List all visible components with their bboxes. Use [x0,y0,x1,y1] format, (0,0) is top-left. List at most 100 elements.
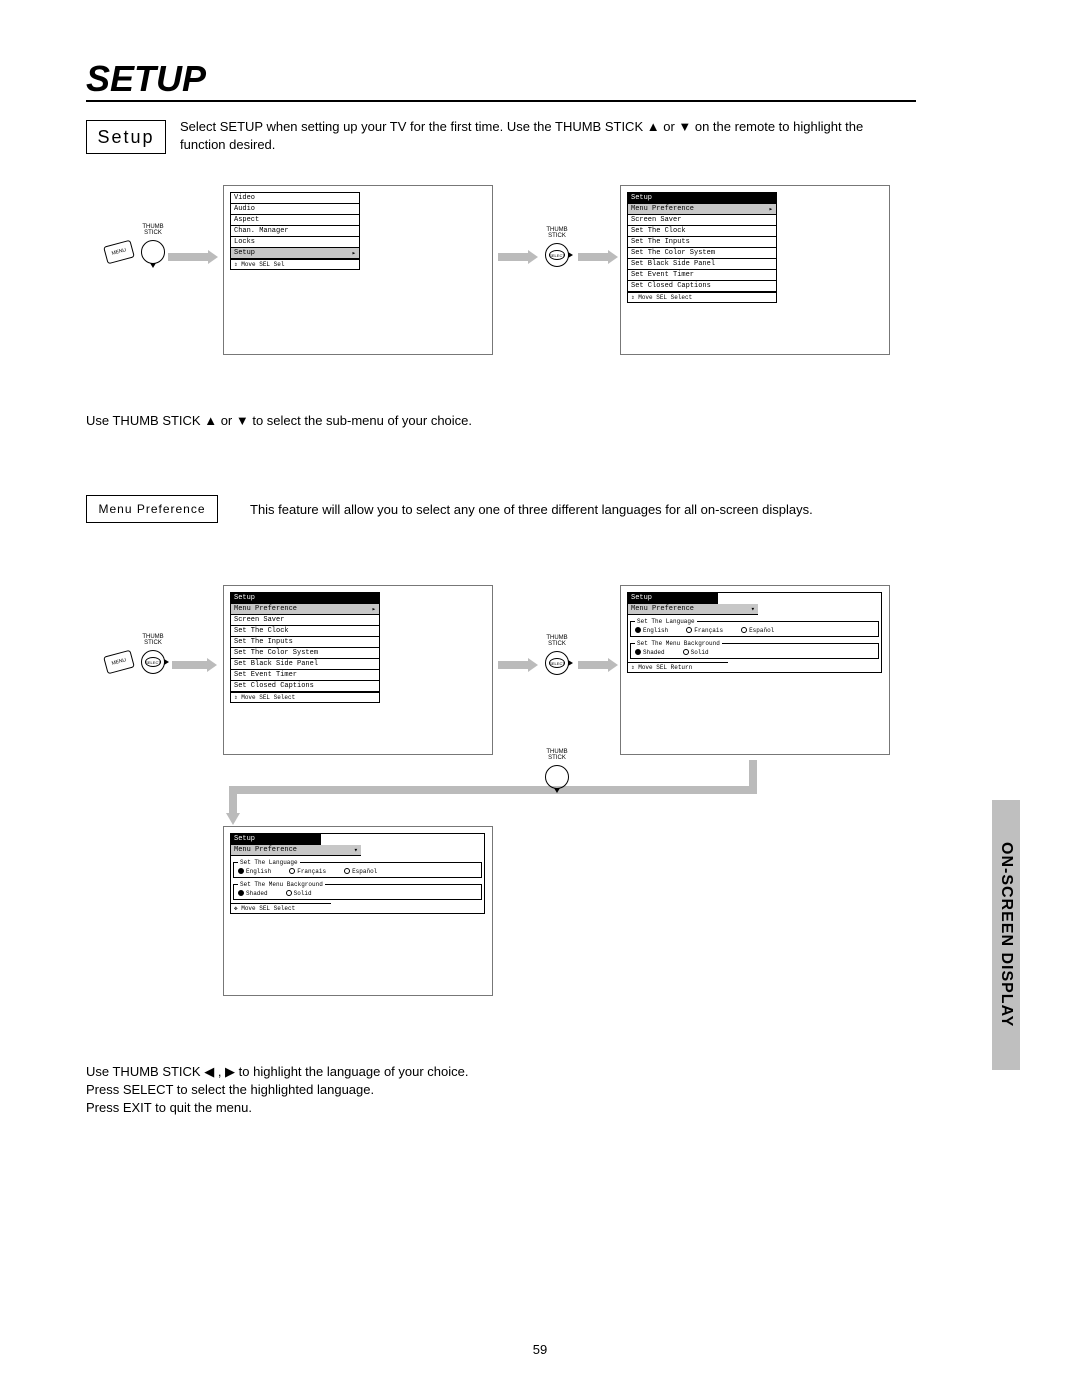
osd-item: Set The Clock [628,226,776,237]
osd-item: Set The Color System [231,648,379,659]
page-title: SETUP [86,58,206,100]
radio-label: Español [749,627,774,634]
radio-icon [238,868,244,874]
osd-item: Set Black Side Panel [628,259,776,270]
radio-label: English [246,868,271,875]
osd-item: Set Closed Captions [231,681,379,692]
flow-arrow [168,250,218,269]
osd-item: Audio [231,204,359,215]
section-tab: ON-SCREEN DISPLAY [992,800,1020,1070]
radio-label: Français [297,868,326,875]
osd-pref-menu: Setup Menu Preference▾ Set The Language … [230,833,485,914]
osd-title: Setup [231,834,321,845]
select-button-icon: SELECT [545,243,569,267]
select-button-icon: SELECT [141,650,165,674]
flow-arrow [578,250,618,269]
remote-select-step: THUMB STICK SELECT [545,651,569,675]
thumb-stick-label: THUMB STICK [546,749,567,761]
thumb-stick-label: THUMB STICK [142,224,163,236]
thumb-stick-label: THUMB STICK [546,227,567,239]
remote-step-menu-select: MENU THUMB STICK SELECT [105,650,165,674]
radio-icon [238,890,244,896]
osd-item: Screen Saver [231,615,379,626]
osd-item: Chan. Manager [231,226,359,237]
osd-title: Setup [231,593,379,604]
osd-item: Set The Clock [231,626,379,637]
radio-label: Español [352,868,377,875]
fieldset-legend: Set The Language [238,859,300,866]
radio-icon [635,649,641,655]
radio-label: Shaded [246,890,268,897]
flow-arrow [498,250,538,269]
osd-item-selected: Menu Preference▸ [628,204,776,215]
flow-arrow [172,658,217,677]
thumb-stick-icon [141,240,165,264]
menu-button-icon: MENU [103,240,135,265]
select-button-icon: SELECT [545,651,569,675]
thumb-stick-label: THUMB STICK [546,635,567,647]
radio-icon [686,627,692,633]
thumb-stick-label: THUMB STICK [142,634,163,646]
radio-icon [289,868,295,874]
osd-frame-pref2: Setup Menu Preference▾ Set The Language … [223,826,493,996]
menu-preference-box: Menu Preference [86,495,218,523]
osd-title: Setup [628,193,776,204]
fieldset-legend: Set The Menu Background [635,640,722,647]
osd-item: Screen Saver [628,215,776,226]
setup-heading-box: Setup [86,120,166,154]
osd-item: Set The Inputs [231,637,379,648]
osd-frame-pref1: Setup Menu Preference▾ Set The Language … [620,585,890,755]
remote-select-step: THUMB STICK SELECT [545,243,569,267]
osd-item: Set The Inputs [628,237,776,248]
osd-setup-menu: Setup Menu Preference▸ Screen Saver Set … [230,592,380,703]
radio-label: Français [694,627,723,634]
fieldset-legend: Set The Language [635,618,697,625]
osd-item-selected: Setup▸ [231,248,359,259]
osd-item: Video [231,193,359,204]
radio-label: English [643,627,668,634]
osd-footer: ⇕ Move SEL Sel [231,259,359,269]
radio-icon [344,868,350,874]
osd-footer: ✥ Move SEL Select [231,903,331,913]
menu-preference-desc: This feature will allow you to select an… [250,502,920,517]
radio-icon [286,890,292,896]
osd-item: Locks [231,237,359,248]
osd-footer: ⇕ Move SEL Return [628,662,728,672]
osd-subtitle: Menu Preference▾ [231,845,361,856]
submenu-instruction: Use THUMB STICK ▲ or ▼ to select the sub… [86,412,472,430]
radio-icon [635,627,641,633]
menu-button-icon: MENU [103,650,135,675]
osd-item: Set Closed Captions [628,281,776,292]
osd-item: Set Event Timer [628,270,776,281]
osd-footer: ⇕ Move SEL Select [628,292,776,302]
thumb-stick-icon [545,765,569,789]
radio-icon [683,649,689,655]
radio-label: Solid [294,890,312,897]
title-rule [86,100,916,102]
radio-icon [741,627,747,633]
osd-item-selected: Menu Preference▸ [231,604,379,615]
flow-connector [223,755,763,830]
osd-item: Aspect [231,215,359,226]
osd-main-menu: Video Audio Aspect Chan. Manager Locks S… [230,192,360,270]
remote-thumb-step: THUMB STICK [545,765,569,789]
osd-item: Set The Color System [628,248,776,259]
osd-subtitle: Menu Preference▾ [628,604,758,615]
flow-arrow [578,658,618,677]
osd-title: Setup [628,593,718,604]
bottom-instructions: Use THUMB STICK ◀ , ▶ to highlight the l… [86,1063,469,1118]
radio-label: Shaded [643,649,665,656]
osd-item: Set Event Timer [231,670,379,681]
flow-arrow [498,658,538,677]
osd-setup-menu: Setup Menu Preference▸ Screen Saver Set … [627,192,777,303]
intro-paragraph: Select SETUP when setting up your TV for… [180,118,910,154]
fieldset-legend: Set The Menu Background [238,881,325,888]
osd-pref-menu: Setup Menu Preference▾ Set The Language … [627,592,882,673]
section-tab-label: ON-SCREEN DISPLAY [997,842,1015,1027]
radio-label: Solid [691,649,709,656]
osd-frame-main: Video Audio Aspect Chan. Manager Locks S… [223,185,493,355]
remote-step-menu-thumb: MENU THUMB STICK [105,240,165,264]
osd-frame-setup: Setup Menu Preference▸ Screen Saver Set … [620,185,890,355]
osd-frame-setup2: Setup Menu Preference▸ Screen Saver Set … [223,585,493,755]
page-number: 59 [533,1342,547,1357]
